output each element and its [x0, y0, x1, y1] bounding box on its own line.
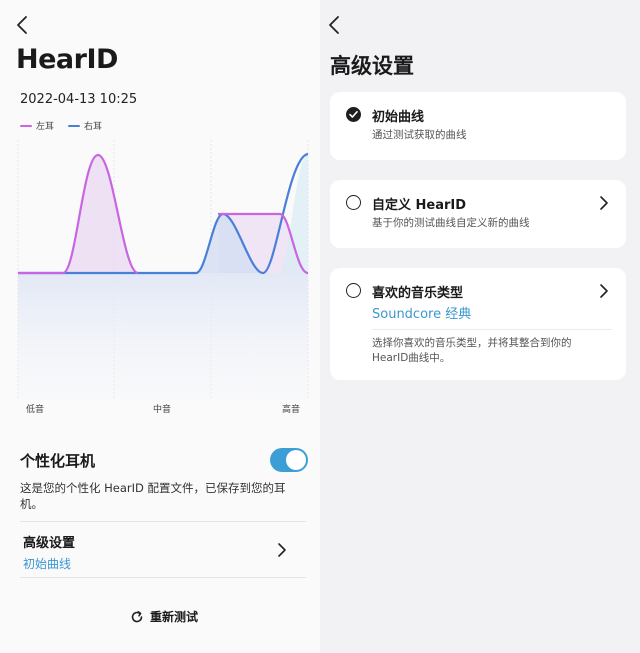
hearid-panel: HearID 2022-04-13 10:25 左耳 右耳 低音 中音 高音 个… — [0, 0, 320, 653]
page-title: 高级设置 — [330, 54, 414, 78]
option-card-custom-hearid[interactable]: 自定义 HearID 基于你的测试曲线自定义新的曲线 — [330, 180, 626, 248]
divider — [20, 521, 306, 522]
divider — [372, 329, 612, 330]
legend-item-right-ear: 右耳 — [68, 119, 102, 132]
option-subtitle: 通过测试获取的曲线 — [372, 129, 467, 141]
option-subtitle: 基于你的测试曲线自定义新的曲线 — [372, 217, 530, 229]
test-datetime: 2022-04-13 10:25 — [20, 92, 138, 107]
option-card-music-genre[interactable]: 喜欢的音乐类型 Soundcore 经典 选择你喜欢的音乐类型，并将其整合到你的… — [330, 268, 626, 380]
personalized-headphones-row: 个性化耳机 — [20, 448, 308, 472]
advanced-settings-title: 高级设置 — [23, 536, 76, 551]
option-title: 喜欢的音乐类型 — [372, 286, 464, 301]
divider — [20, 577, 306, 578]
hearing-curve-chart: 低音 中音 高音 — [17, 140, 309, 420]
chart-legend: 左耳 右耳 — [20, 119, 102, 132]
retest-label: 重新测试 — [150, 610, 199, 624]
option-card-initial-curve[interactable]: 初始曲线 通过测试获取的曲线 — [330, 92, 626, 160]
personalized-description: 这是您的个性化 HearID 配置文件，已保存到您的耳机。 — [20, 481, 286, 511]
check-icon — [349, 111, 358, 118]
page-title: HearID — [16, 44, 118, 75]
music-genre-value: Soundcore 经典 — [372, 307, 472, 322]
baseline-area — [18, 273, 308, 400]
legend-label: 左耳 — [36, 122, 55, 132]
personalized-toggle[interactable] — [270, 448, 308, 472]
personalized-title: 个性化耳机 — [20, 452, 96, 470]
option-title: 自定义 HearID — [372, 198, 467, 213]
toggle-knob — [286, 450, 306, 470]
x-tick-high: 高音 — [282, 403, 300, 415]
legend-item-left-ear: 左耳 — [20, 119, 54, 132]
option-title: 初始曲线 — [372, 110, 425, 125]
chevron-right-icon — [274, 542, 290, 558]
right-ear-swatch — [68, 124, 81, 127]
advanced-settings-panel: 高级设置 初始曲线 通过测试获取的曲线 自定义 HearID 基于你的测试曲线自… — [320, 0, 640, 653]
advanced-settings-row[interactable]: 高级设置 初始曲线 — [20, 524, 306, 576]
legend-label: 右耳 — [84, 122, 103, 132]
back-arrow-icon[interactable] — [12, 14, 34, 36]
left-ear-swatch — [20, 124, 32, 127]
radio-unselected[interactable] — [346, 195, 361, 210]
advanced-settings-value: 初始曲线 — [23, 557, 72, 571]
x-tick-mid: 中音 — [153, 403, 171, 415]
radio-unselected[interactable] — [346, 283, 361, 298]
chevron-right-icon — [596, 283, 612, 299]
retest-button[interactable]: 重新测试 — [130, 608, 198, 625]
chevron-right-icon — [596, 195, 612, 211]
x-tick-low: 低音 — [26, 403, 44, 415]
option-description: 选择你喜欢的音乐类型，并将其整合到你的HearID曲线中。 — [372, 337, 572, 364]
radio-selected[interactable] — [346, 107, 361, 122]
back-arrow-icon[interactable] — [324, 14, 346, 36]
refresh-icon — [131, 610, 143, 622]
